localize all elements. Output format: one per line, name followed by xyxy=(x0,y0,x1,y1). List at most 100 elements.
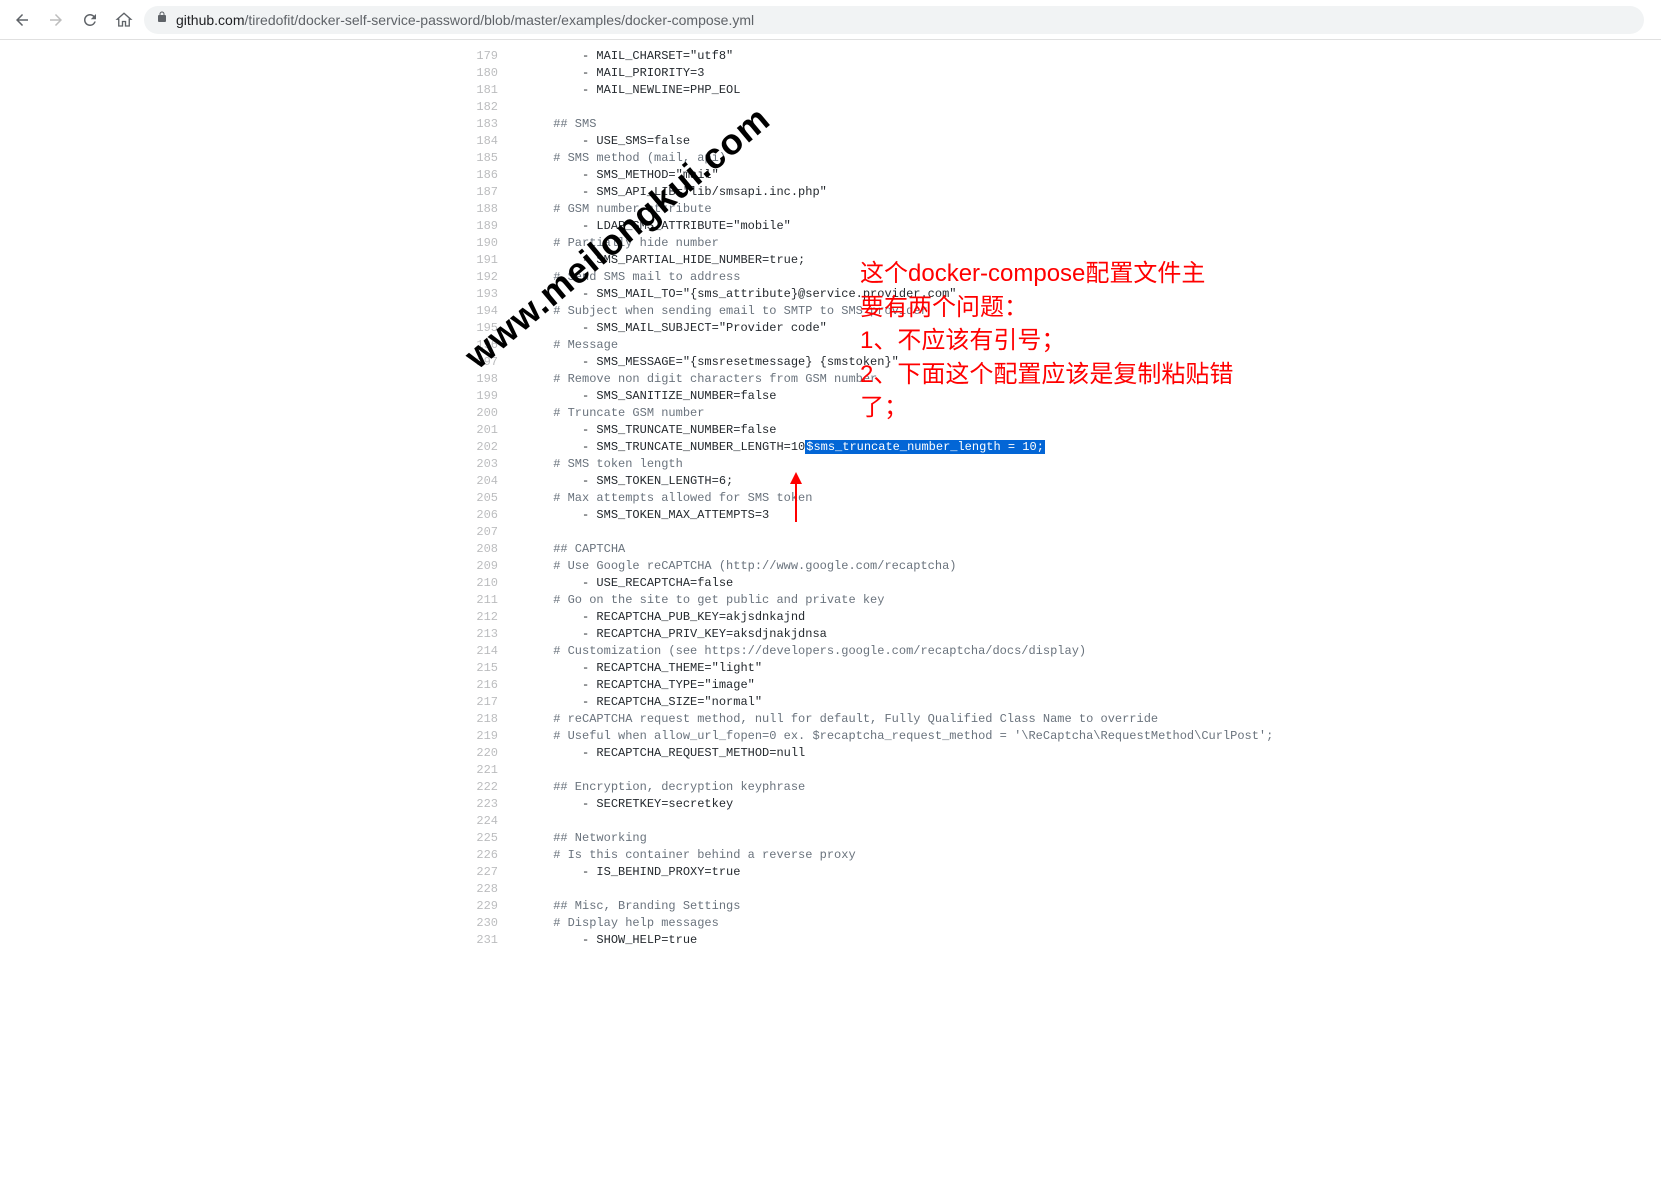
code-cell[interactable]: # Display help messages xyxy=(510,915,719,932)
line-number[interactable]: 202 xyxy=(470,439,510,456)
code-cell[interactable]: # Remove non digit characters from GSM n… xyxy=(510,371,877,388)
code-cell[interactable]: - SMS_API_LIB="lib/smsapi.inc.php" xyxy=(510,184,827,201)
line-number[interactable]: 200 xyxy=(470,405,510,422)
code-cell[interactable]: # Max attempts allowed for SMS token xyxy=(510,490,812,507)
code-cell[interactable]: - SMS_METHOD="mail" xyxy=(510,167,719,184)
line-number[interactable]: 182 xyxy=(470,99,510,116)
code-cell[interactable]: - MAIL_CHARSET="utf8" xyxy=(510,48,733,65)
code-cell[interactable]: - RECAPTCHA_REQUEST_METHOD=null xyxy=(510,745,805,762)
line-number[interactable]: 195 xyxy=(470,320,510,337)
line-number[interactable]: 198 xyxy=(470,371,510,388)
line-number[interactable]: 218 xyxy=(470,711,510,728)
line-number[interactable]: 184 xyxy=(470,133,510,150)
line-number[interactable]: 180 xyxy=(470,65,510,82)
code-cell[interactable]: - MAIL_PRIORITY=3 xyxy=(510,65,704,82)
line-number[interactable]: 230 xyxy=(470,915,510,932)
line-number[interactable]: 194 xyxy=(470,303,510,320)
line-number[interactable]: 201 xyxy=(470,422,510,439)
code-cell[interactable]: # Go on the site to get public and priva… xyxy=(510,592,884,609)
line-number[interactable]: 215 xyxy=(470,660,510,677)
code-cell[interactable]: # reCAPTCHA request method, null for def… xyxy=(510,711,1158,728)
line-number[interactable]: 212 xyxy=(470,609,510,626)
line-number[interactable]: 211 xyxy=(470,592,510,609)
code-cell[interactable]: # SMS method (mail, api) xyxy=(510,150,726,167)
code-cell[interactable]: - SECRETKEY=secretkey xyxy=(510,796,733,813)
line-number[interactable]: 185 xyxy=(470,150,510,167)
code-cell[interactable]: - LDAP_SMS_ATTRIBUTE="mobile" xyxy=(510,218,791,235)
line-number[interactable]: 224 xyxy=(470,813,510,830)
code-cell[interactable]: - SMS_TOKEN_MAX_ATTEMPTS=3 xyxy=(510,507,769,524)
line-number[interactable]: 190 xyxy=(470,235,510,252)
line-number[interactable]: 186 xyxy=(470,167,510,184)
line-number[interactable]: 220 xyxy=(470,745,510,762)
code-cell[interactable]: ## Misc, Branding Settings xyxy=(510,898,740,915)
line-number[interactable]: 227 xyxy=(470,864,510,881)
line-number[interactable]: 189 xyxy=(470,218,510,235)
code-cell[interactable]: - RECAPTCHA_SIZE="normal" xyxy=(510,694,762,711)
code-cell[interactable]: - RECAPTCHA_PRIV_KEY=aksdjnakjdnsa xyxy=(510,626,827,643)
code-cell[interactable]: ## Encryption, decryption keyphrase xyxy=(510,779,805,796)
line-number[interactable]: 183 xyxy=(470,116,510,133)
line-number[interactable]: 187 xyxy=(470,184,510,201)
code-cell[interactable]: # GSM number attribute xyxy=(510,201,712,218)
code-cell[interactable]: - SMS_TOKEN_LENGTH=6; xyxy=(510,473,733,490)
code-cell[interactable]: - RECAPTCHA_PUB_KEY=akjsdnkajnd xyxy=(510,609,805,626)
line-number[interactable]: 210 xyxy=(470,575,510,592)
line-number[interactable]: 179 xyxy=(470,48,510,65)
line-number[interactable]: 213 xyxy=(470,626,510,643)
line-number[interactable]: 203 xyxy=(470,456,510,473)
back-button[interactable] xyxy=(8,6,36,34)
code-cell[interactable]: - SMS_TRUNCATE_NUMBER_LENGTH=10$sms_trun… xyxy=(510,439,1045,456)
line-number[interactable]: 197 xyxy=(470,354,510,371)
code-cell[interactable]: # Send SMS mail to address xyxy=(510,269,740,286)
line-number[interactable]: 222 xyxy=(470,779,510,796)
code-cell[interactable]: - USE_RECAPTCHA=false xyxy=(510,575,733,592)
line-number[interactable]: 209 xyxy=(470,558,510,575)
code-cell[interactable]: - RECAPTCHA_TYPE="image" xyxy=(510,677,755,694)
code-cell[interactable]: - IS_BEHIND_PROXY=true xyxy=(510,864,740,881)
reload-button[interactable] xyxy=(76,6,104,34)
code-cell[interactable]: - SHOW_HELP=true xyxy=(510,932,697,949)
line-number[interactable]: 229 xyxy=(470,898,510,915)
code-cell[interactable]: - SMS_MAIL_SUBJECT="Provider code" xyxy=(510,320,827,337)
code-cell[interactable]: - USE_SMS=false xyxy=(510,133,690,150)
forward-button[interactable] xyxy=(42,6,70,34)
line-number[interactable]: 188 xyxy=(470,201,510,218)
code-cell[interactable]: - RECAPTCHA_THEME="light" xyxy=(510,660,762,677)
code-cell[interactable]: - SMS_MESSAGE="{smsresetmessage} {smstok… xyxy=(510,354,899,371)
code-cell[interactable]: # SMS token length xyxy=(510,456,683,473)
line-number[interactable]: 205 xyxy=(470,490,510,507)
code-cell[interactable]: ## Networking xyxy=(510,830,647,847)
code-cell[interactable]: - SMS_SANITIZE_NUMBER=false xyxy=(510,388,776,405)
line-number[interactable]: 217 xyxy=(470,694,510,711)
line-number[interactable]: 219 xyxy=(470,728,510,745)
code-container[interactable]: 179 - MAIL_CHARSET="utf8"180 - MAIL_PRIO… xyxy=(470,48,1661,949)
line-number[interactable]: 196 xyxy=(470,337,510,354)
code-cell[interactable]: - MAIL_NEWLINE=PHP_EOL xyxy=(510,82,740,99)
line-number[interactable]: 204 xyxy=(470,473,510,490)
code-cell[interactable]: ## SMS xyxy=(510,116,596,133)
line-number[interactable]: 221 xyxy=(470,762,510,779)
line-number[interactable]: 228 xyxy=(470,881,510,898)
line-number[interactable]: 191 xyxy=(470,252,510,269)
code-cell[interactable]: # Partially hide number xyxy=(510,235,719,252)
line-number[interactable]: 223 xyxy=(470,796,510,813)
line-number[interactable]: 225 xyxy=(470,830,510,847)
line-number[interactable]: 193 xyxy=(470,286,510,303)
code-cell[interactable]: ## CAPTCHA xyxy=(510,541,625,558)
line-number[interactable]: 226 xyxy=(470,847,510,864)
line-number[interactable]: 214 xyxy=(470,643,510,660)
line-number[interactable]: 181 xyxy=(470,82,510,99)
code-cell[interactable]: - SMS_PARTIAL_HIDE_NUMBER=true; xyxy=(510,252,805,269)
code-cell[interactable]: # Truncate GSM number xyxy=(510,405,704,422)
line-number[interactable]: 208 xyxy=(470,541,510,558)
line-number[interactable]: 207 xyxy=(470,524,510,541)
line-number[interactable]: 199 xyxy=(470,388,510,405)
code-cell[interactable]: - SMS_TRUNCATE_NUMBER=false xyxy=(510,422,776,439)
code-cell[interactable]: # Use Google reCAPTCHA (http://www.googl… xyxy=(510,558,956,575)
code-cell[interactable]: # Customization (see https://developers.… xyxy=(510,643,1086,660)
code-cell[interactable]: # Message xyxy=(510,337,618,354)
line-number[interactable]: 231 xyxy=(470,932,510,949)
line-number[interactable]: 206 xyxy=(470,507,510,524)
address-bar[interactable]: github.com/tiredofit/docker-self-service… xyxy=(144,6,1644,34)
